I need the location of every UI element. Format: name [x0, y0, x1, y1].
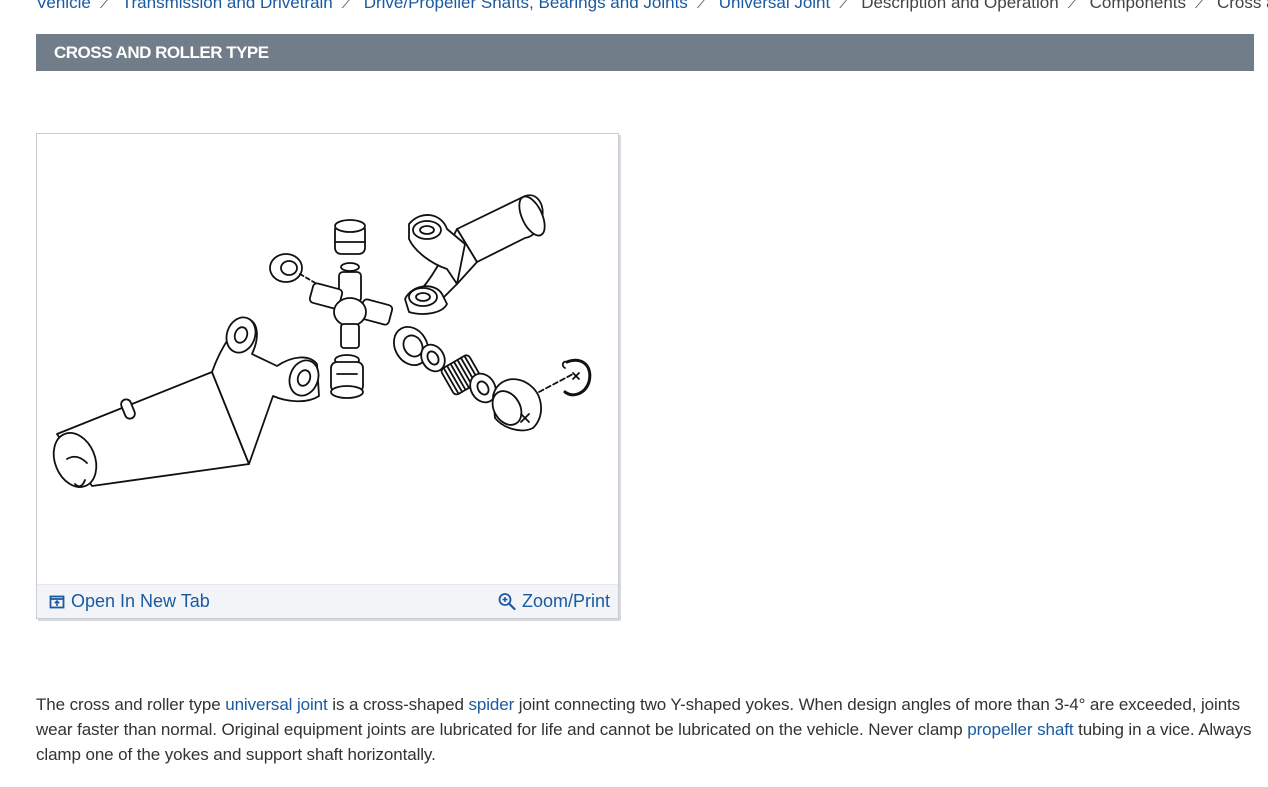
breadcrumb-item-description: Description and Operation [861, 0, 1059, 12]
breadcrumb-link[interactable]: Vehicle [36, 0, 91, 12]
link-spider[interactable]: spider [468, 695, 514, 714]
universal-joint-illustration[interactable] [37, 134, 618, 584]
breadcrumb-link[interactable]: Transmission and Drivetrain [122, 0, 333, 12]
breadcrumb-item-drive-shafts[interactable]: Drive/Propeller Shafts, Bearings and Joi… [364, 0, 688, 14]
breadcrumb-item-current: Cross and Roller Type [1216, 0, 1268, 12]
breadcrumb-item-transmission[interactable]: Transmission and Drivetrain [122, 0, 333, 14]
zoom-print-label: Zoom/Print [521, 591, 610, 611]
description-text: is a cross-shaped [327, 695, 469, 714]
figure-toolbar: Open In New Tab Zoom/Print [37, 584, 618, 618]
zoom-print-button[interactable]: Zoom/Print [498, 585, 610, 618]
breadcrumb-item-universal-joint[interactable]: Universal Joint [719, 0, 831, 14]
open-in-new-tab-button[interactable]: Open In New Tab [49, 585, 210, 618]
breadcrumb: Vehicle ⟋ Transmission and Drivetrain ⟋ Dr… [36, 0, 1268, 14]
open-in-new-tab-label: Open In New Tab [71, 591, 210, 611]
open-new-tab-icon [49, 595, 65, 608]
chevron-right-icon: ⟋ [341, 0, 353, 12]
chevron-right-icon: ⟋ [696, 0, 709, 12]
breadcrumb-item-components: Components [1089, 0, 1187, 12]
description-paragraph: The cross and roller type universal join… [36, 692, 1256, 767]
chevron-right-icon: ⟋ [99, 0, 112, 12]
breadcrumb-link[interactable]: Drive/Propeller Shafts, Bearings and Joi… [364, 0, 688, 12]
zoom-in-icon [498, 592, 516, 610]
description-text: The cross and roller type [36, 695, 226, 714]
breadcrumb-item-vehicle[interactable]: Vehicle [36, 0, 91, 14]
breadcrumb-link[interactable]: Universal Joint [719, 0, 831, 12]
section-title: CROSS AND ROLLER TYPE [36, 34, 1254, 71]
link-universal-joint[interactable]: universal joint [225, 695, 328, 714]
chevron-right-icon: ⟋ [839, 0, 851, 12]
chevron-right-icon: ⟋ [1195, 0, 1207, 12]
link-propeller-shaft[interactable]: propeller shaft [967, 720, 1073, 739]
figure-container: Open In New Tab Zoom/Print [36, 133, 619, 619]
chevron-right-icon: ⟋ [1067, 0, 1079, 12]
